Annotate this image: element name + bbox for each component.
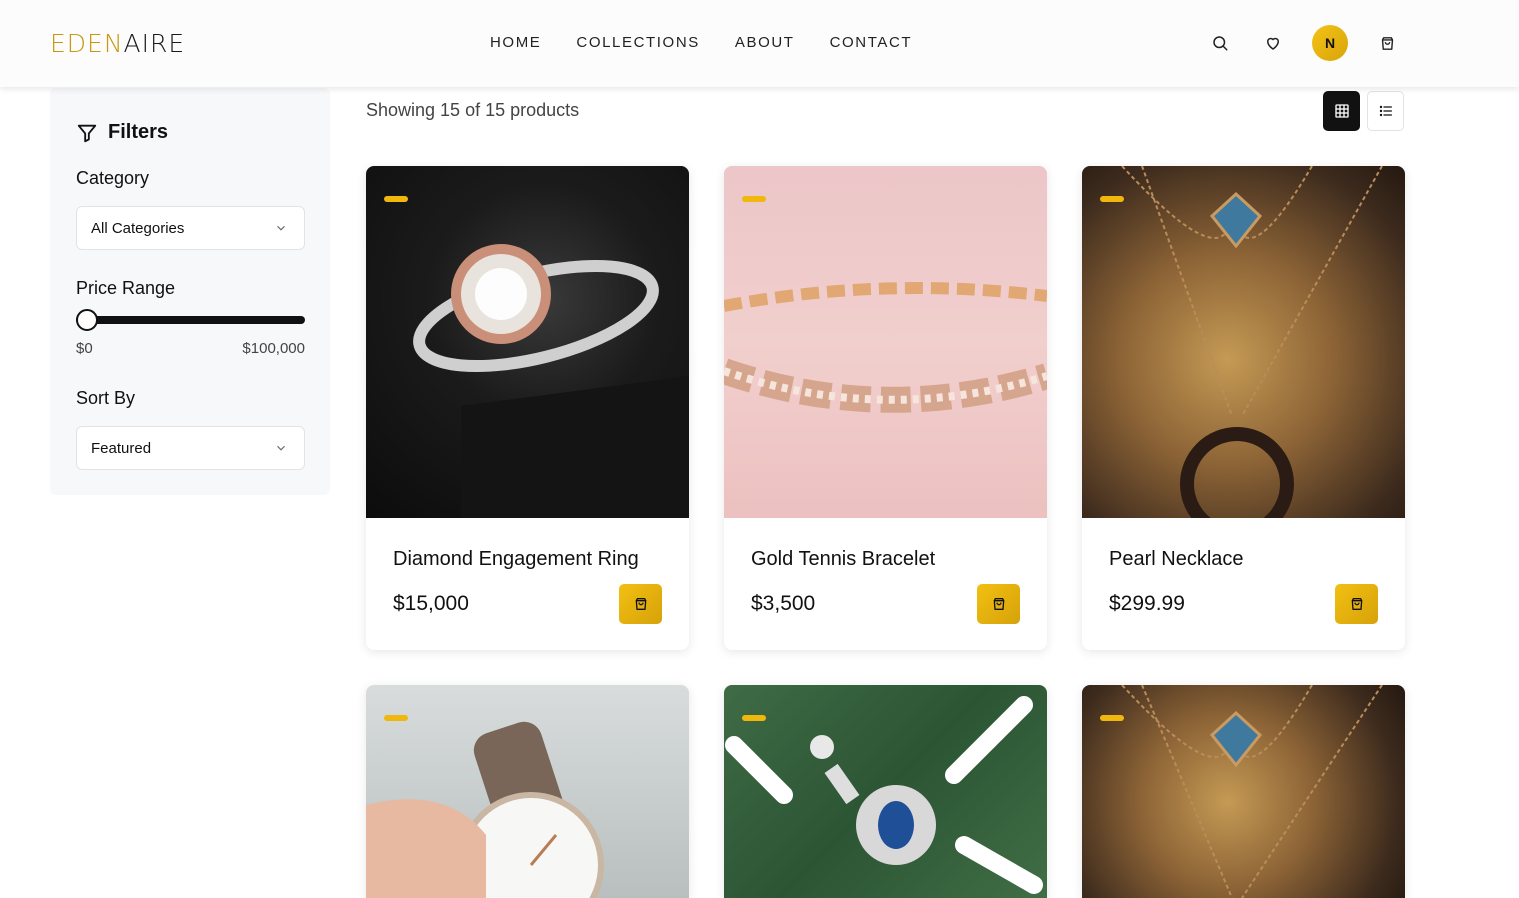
brand-logo-part1: EDEN — [50, 29, 124, 58]
cart-button[interactable] — [1369, 25, 1405, 61]
product-card[interactable] — [366, 685, 689, 898]
chevron-down-icon — [277, 445, 285, 451]
product-name[interactable]: Diamond Engagement Ring — [393, 548, 639, 571]
add-to-cart-button[interactable] — [1335, 584, 1378, 624]
chevron-down-icon — [277, 225, 285, 231]
category-select[interactable]: All Categories — [76, 206, 305, 250]
filters-sidebar: Filters Category All Categories Price Ra… — [50, 88, 330, 495]
brand-logo-part2: AIRE — [123, 29, 186, 58]
filter-icon — [77, 124, 97, 142]
product-badge — [742, 715, 766, 721]
product-name[interactable]: Gold Tennis Bracelet — [751, 548, 935, 571]
search-button[interactable] — [1202, 25, 1238, 61]
product-card[interactable]: Pearl Necklace $299.99 — [1082, 166, 1405, 650]
sort-by-label: Sort By — [76, 388, 136, 408]
results-count: Showing 15 of 15 products — [366, 100, 580, 120]
add-to-cart-button[interactable] — [977, 584, 1020, 624]
product-image[interactable] — [1082, 685, 1405, 898]
necklace-image — [1121, 685, 1383, 898]
nav-collections[interactable]: COLLECTIONS — [576, 34, 699, 51]
add-to-cart-button[interactable] — [619, 584, 662, 624]
earring-image — [725, 696, 1043, 894]
site-header: EDENAIRE HOME COLLECTIONS ABOUT CONTACT … — [0, 0, 1519, 87]
price-max: $100,000 — [242, 340, 305, 357]
product-card[interactable]: Diamond Engagement Ring $15,000 — [366, 166, 689, 650]
grid-icon — [1334, 104, 1349, 118]
category-label: Category — [76, 168, 150, 188]
product-badge — [1100, 196, 1124, 202]
wishlist-button[interactable] — [1255, 25, 1291, 61]
sort-select[interactable]: Featured — [76, 426, 305, 470]
price-slider-track[interactable] — [76, 316, 305, 324]
product-badge — [1100, 715, 1124, 721]
price-slider-handle[interactable] — [76, 309, 98, 331]
product-badge — [384, 715, 408, 721]
nav-contact[interactable]: CONTACT — [830, 34, 913, 51]
avatar-initial: N — [1324, 35, 1336, 51]
heart-icon — [1267, 37, 1279, 50]
product-image[interactable] — [724, 166, 1047, 518]
nav-home[interactable]: HOME — [490, 34, 541, 51]
main-nav: HOME COLLECTIONS ABOUT CONTACT — [490, 34, 947, 51]
bracelet-image — [724, 282, 1047, 413]
ring-image — [413, 244, 689, 518]
filters-title: Filters — [108, 121, 169, 143]
price-range-label: Price Range — [76, 278, 176, 298]
necklace-image — [1121, 166, 1383, 541]
product-card[interactable] — [1082, 685, 1405, 898]
product-price: $299.99 — [1109, 592, 1185, 615]
product-badge — [384, 196, 408, 202]
shopping-bag-icon — [1381, 36, 1393, 50]
brand-logo[interactable]: EDENAIRE — [50, 29, 185, 58]
shopping-bag-icon — [635, 598, 646, 610]
filters-heading: Filters — [76, 121, 168, 144]
price-min: $0 — [76, 340, 93, 357]
list-icon — [1379, 105, 1392, 117]
category-select-value: All Categories — [91, 220, 185, 237]
list-view-button[interactable] — [1367, 91, 1404, 131]
product-image[interactable] — [366, 685, 689, 898]
sort-select-value: Featured — [91, 440, 152, 457]
search-icon — [1213, 36, 1228, 51]
product-badge — [742, 196, 766, 202]
product-price: $15,000 — [393, 592, 469, 615]
product-price: $3,500 — [751, 592, 816, 615]
product-name[interactable]: Pearl Necklace — [1109, 548, 1244, 571]
product-image[interactable] — [1082, 166, 1405, 541]
product-image[interactable] — [724, 685, 1047, 898]
shopping-bag-icon — [993, 598, 1004, 610]
watch-image — [366, 721, 604, 898]
product-card[interactable] — [724, 685, 1047, 898]
avatar[interactable]: N — [1312, 25, 1348, 61]
product-card[interactable]: Gold Tennis Bracelet $3,500 — [724, 166, 1047, 650]
product-image[interactable] — [366, 166, 689, 518]
shopping-bag-icon — [1351, 598, 1362, 610]
grid-view-button[interactable] — [1323, 91, 1360, 131]
nav-about[interactable]: ABOUT — [735, 34, 795, 51]
